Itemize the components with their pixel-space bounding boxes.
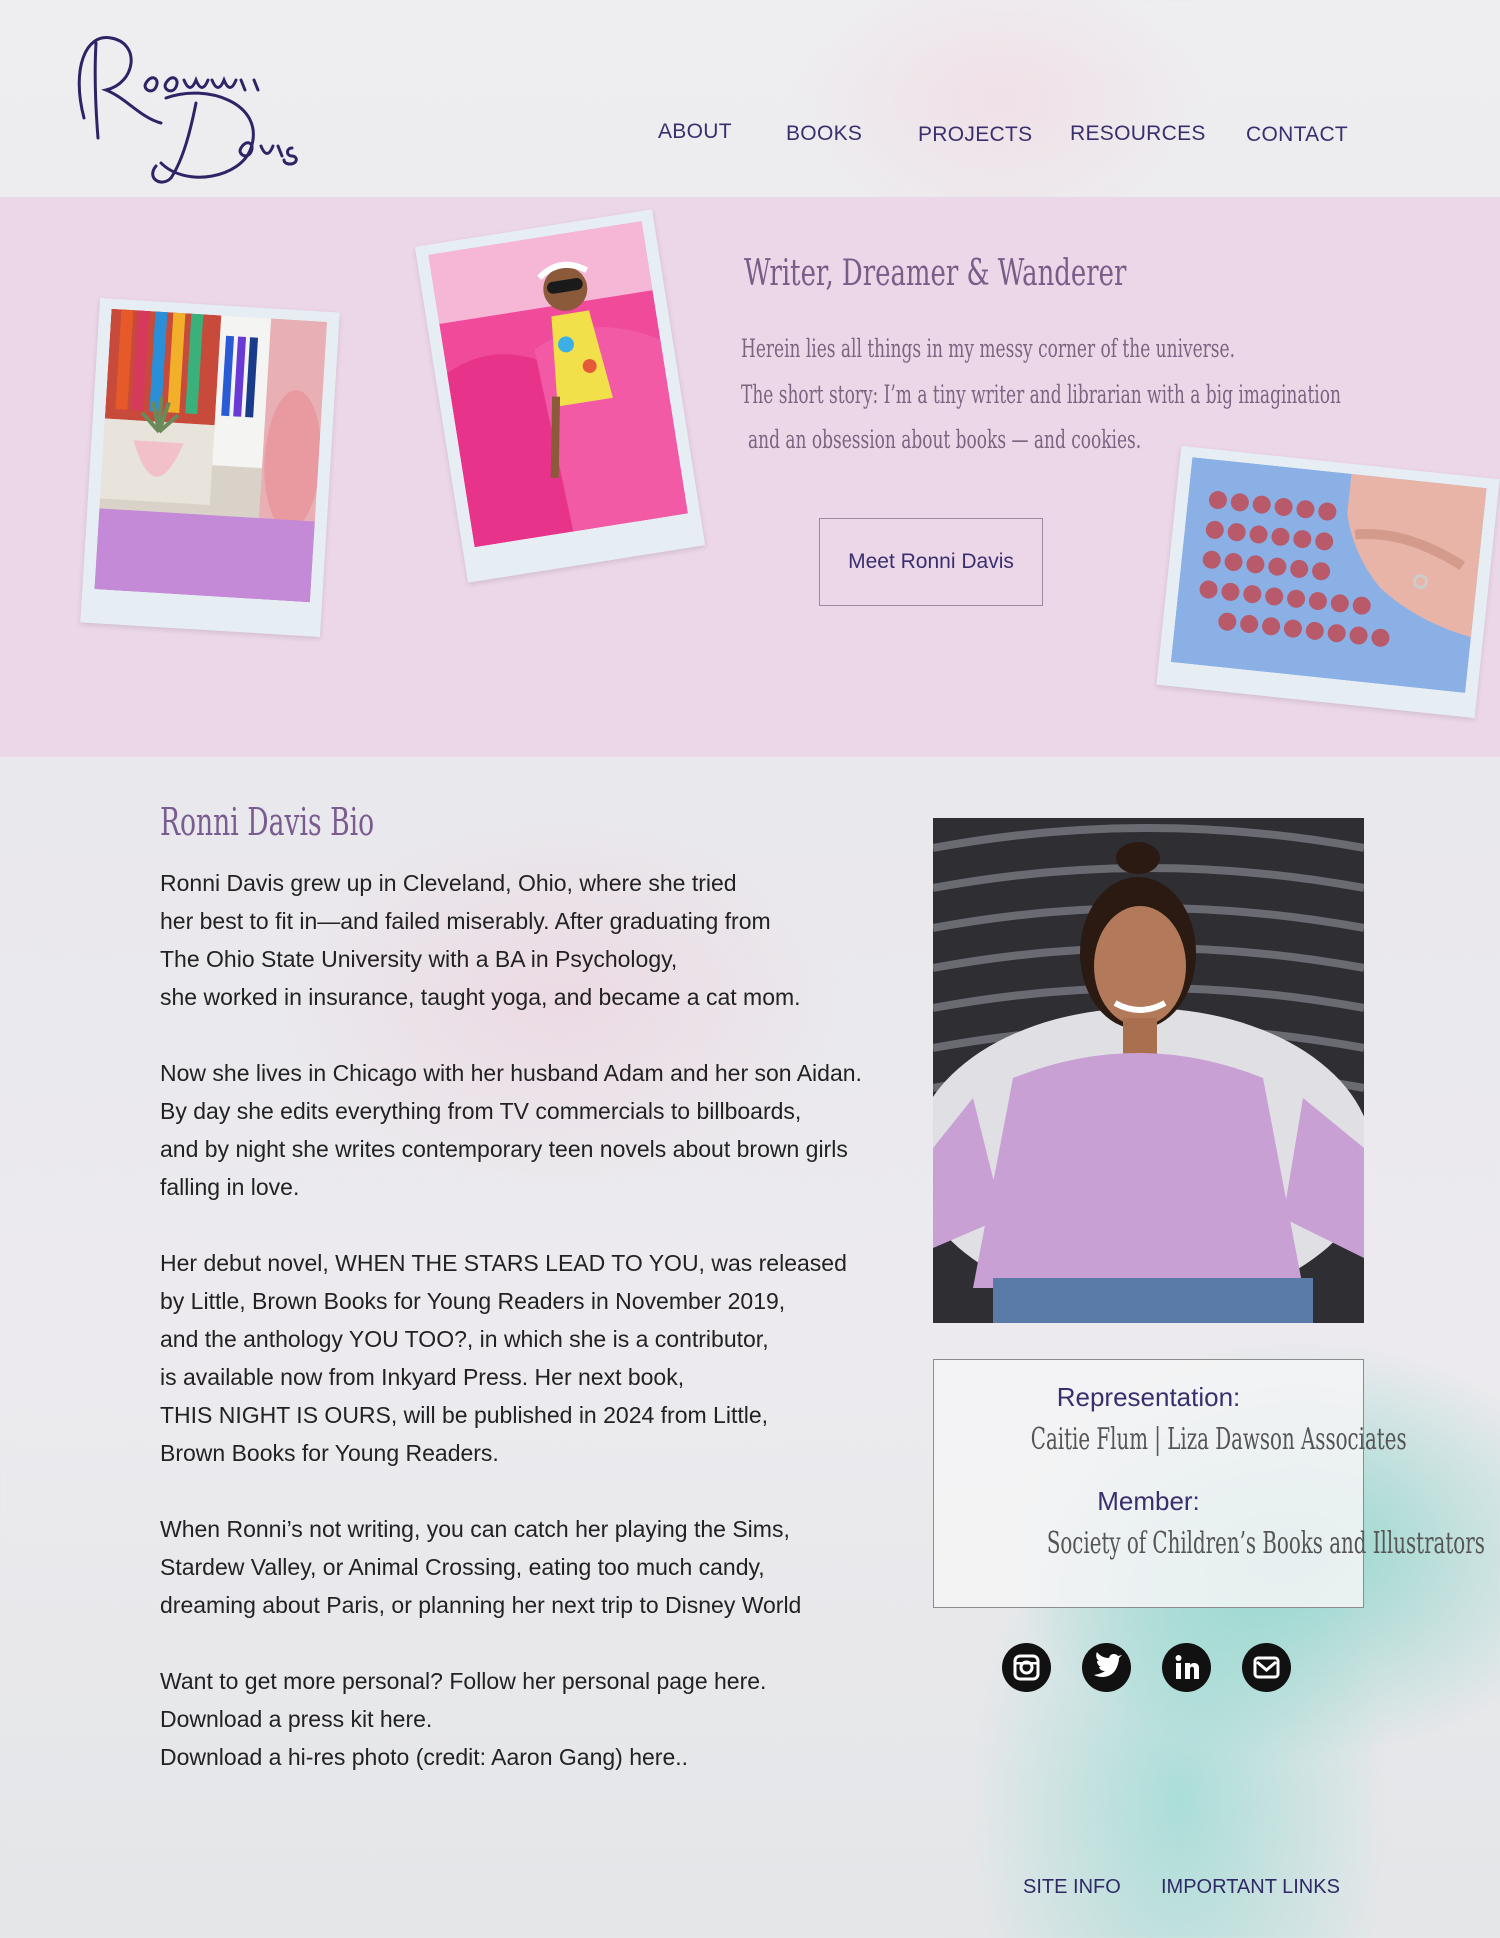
bio-line: by Little, Brown Books for Young Readers… [160, 1288, 786, 1314]
bio-line: By day she edits everything from TV comm… [160, 1098, 802, 1124]
meet-ronni-button[interactable]: Meet Ronni Davis [819, 518, 1043, 606]
nav-about[interactable]: ABOUT [658, 120, 732, 144]
bio-line: THIS NIGHT IS OURS, will be published in… [160, 1402, 769, 1428]
bio-line[interactable]: Download a hi-res photo (credit: Aaron G… [160, 1744, 688, 1771]
desk-supplies-photo [94, 308, 328, 603]
polaroid-desk [80, 297, 340, 638]
bio-line: and the anthology YOU TOO?, in which she… [160, 1326, 769, 1352]
pink-chair-photo [428, 221, 688, 548]
hero-text-line-2: The short story: I’m a tiny writer and l… [741, 380, 1341, 409]
footer-important-links-link[interactable]: IMPORTANT LINKS [1161, 1876, 1340, 1899]
nav-projects[interactable]: PROJECTS [918, 123, 1032, 147]
bio-line[interactable]: Download a press kit here. [160, 1706, 432, 1733]
instagram-icon[interactable] [1002, 1643, 1051, 1692]
hero-text-line-3: and an obsession about books — and cooki… [748, 425, 1142, 454]
bio-line: Her debut novel, WHEN THE STARS LEAD TO … [160, 1250, 847, 1276]
bio-line: Stardew Valley, or Animal Crossing, eati… [160, 1554, 765, 1580]
bio-line: The Ohio State University with a BA in P… [160, 946, 678, 972]
representation-label: Representation: [1056, 1382, 1241, 1412]
bio-line: falling in love. [160, 1174, 300, 1200]
member-label: Member: [1097, 1486, 1200, 1516]
bio-line: is available now from Inkyard Press. Her… [160, 1364, 685, 1390]
twitter-icon[interactable] [1082, 1643, 1131, 1692]
email-icon[interactable] [1242, 1643, 1291, 1692]
bio-title: Ronni Davis Bio [160, 800, 375, 844]
bio-line: Now she lives in Chicago with her husban… [160, 1060, 862, 1086]
hero-title: Writer, Dreamer & Wanderer [744, 253, 1127, 294]
bio-line: Ronni Davis grew up in Cleveland, Ohio, … [160, 870, 737, 896]
member-organization-text: Society of Children’s Books and Illustra… [1046, 1526, 1485, 1561]
site-logo[interactable] [66, 28, 326, 190]
footer-site-info-link[interactable]: SITE INFO [1023, 1876, 1121, 1899]
representation-agency[interactable]: Caitie Flum | Liza Dawson Associates [934, 1422, 1407, 1457]
nav-resources[interactable]: RESOURCES [1070, 122, 1206, 146]
bio-line[interactable]: Want to get more personal? Follow her pe… [160, 1668, 766, 1695]
hero-text-line-1: Herein lies all things in my messy corne… [741, 334, 1235, 363]
member-organization[interactable]: Society of Children’s Books and Illustra… [934, 1526, 1485, 1561]
nav-contact[interactable]: CONTACT [1246, 123, 1348, 147]
typewriter-hands-photo [1170, 457, 1487, 693]
bio-line: she worked in insurance, taught yoga, an… [160, 984, 801, 1010]
bio-line: and by night she writes contemporary tee… [160, 1136, 848, 1162]
site-header: ABOUT BOOKS PROJECTS RESOURCES CONTACT [0, 0, 1500, 197]
nav-books[interactable]: BOOKS [786, 122, 862, 146]
author-portrait [933, 818, 1364, 1323]
bio-line: When Ronni’s not writing, you can catch … [160, 1516, 790, 1542]
representation-box: Representation: Caitie Flum | Liza Dawso… [933, 1359, 1485, 1608]
representation-agency-text: Caitie Flum | Liza Dawson Associates [1030, 1422, 1407, 1457]
logo-script-icon [77, 36, 298, 184]
bio-line: her best to fit in—and failed miserably.… [160, 908, 771, 934]
linkedin-icon[interactable] [1162, 1643, 1211, 1692]
bio-line: Brown Books for Young Readers. [160, 1440, 499, 1466]
bio-line: dreaming about Paris, or planning her ne… [160, 1592, 802, 1618]
polaroid-typewriter [1156, 445, 1500, 719]
